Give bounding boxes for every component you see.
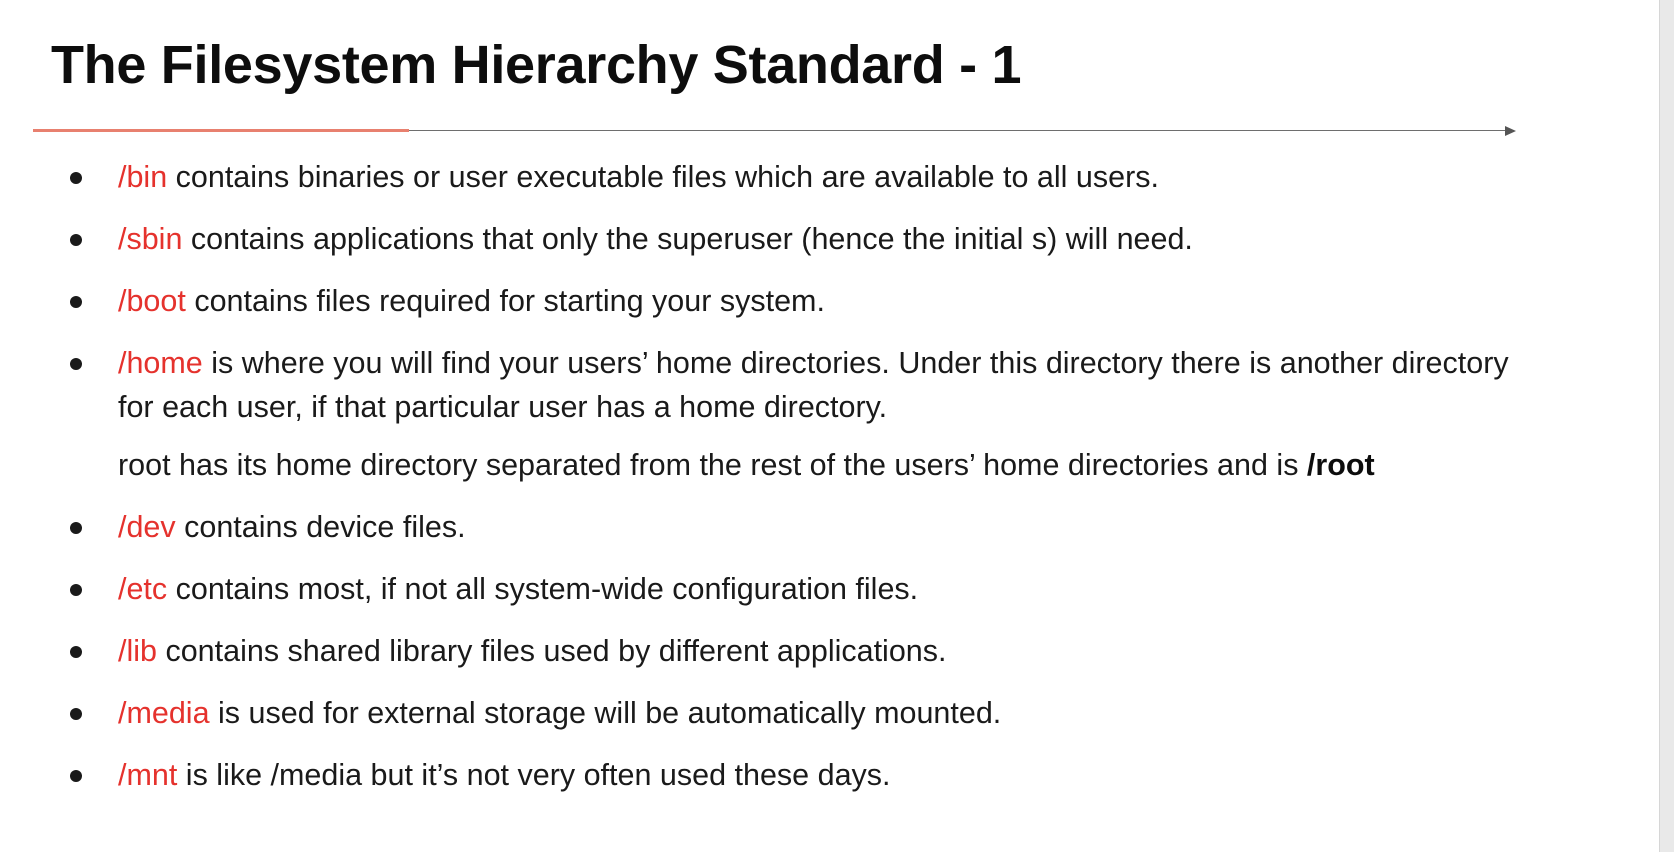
bullet-icon [70, 584, 82, 596]
directory-name: /etc [118, 572, 168, 606]
side-panel-edge [1659, 0, 1674, 852]
list-item-dev: /dev contains device files. [0, 505, 1560, 549]
item-description: contains binaries or user executable fil… [167, 160, 1159, 194]
bullet-icon [70, 770, 82, 782]
directory-name: /boot [118, 284, 186, 318]
bullet-icon [70, 646, 82, 658]
divider-accent [33, 129, 409, 132]
list-item-boot: /boot contains files required for starti… [0, 279, 1560, 323]
directory-name: /home [118, 346, 203, 380]
bullet-icon [70, 708, 82, 720]
directory-name: /lib [118, 634, 157, 668]
list-item-mnt: /mnt is like /media but it’s not very of… [0, 753, 1560, 797]
bullet-icon [70, 234, 82, 246]
list-item-lib: /lib contains shared library files used … [0, 629, 1560, 673]
item-description: is like /media but it’s not very often u… [177, 758, 891, 792]
item-description: contains files required for starting you… [185, 284, 825, 318]
item-description: is used for external storage will be aut… [209, 696, 1002, 730]
bullet-icon [70, 172, 82, 184]
bullet-icon [70, 296, 82, 308]
root-directory-name: /root [1306, 448, 1375, 482]
list-item-sbin: /sbin contains applications that only th… [0, 217, 1560, 261]
list-item-bin: /bin contains binaries or user executabl… [0, 155, 1560, 199]
item-description: contains device files. [175, 510, 466, 544]
item-description: root has its home directory separated fr… [118, 448, 1307, 482]
list-item-root-note: root has its home directory separated fr… [0, 443, 1560, 487]
bullet-icon [70, 522, 82, 534]
list-item-media: /media is used for external storage will… [0, 691, 1560, 735]
item-description: contains shared library files used by di… [157, 634, 947, 668]
item-description: is where you will find your users’ home … [118, 346, 1509, 424]
arrow-icon [1505, 126, 1516, 136]
directory-name: /sbin [118, 222, 183, 256]
directory-name: /media [118, 696, 210, 730]
list-item-etc: /etc contains most, if not all system-wi… [0, 567, 1560, 611]
bullet-icon [70, 358, 82, 370]
slide-title: The Filesystem Hierarchy Standard - 1 [51, 35, 1022, 95]
list-item-home: /home is where you will find your users’… [0, 341, 1538, 429]
item-description: contains most, if not all system-wide co… [167, 572, 919, 606]
directory-name: /dev [118, 510, 176, 544]
directory-name: /bin [118, 160, 168, 194]
bullet-list: /bin contains binaries or user executabl… [0, 155, 1560, 815]
title-divider [33, 124, 1516, 138]
item-description: contains applications that only the supe… [182, 222, 1193, 256]
directory-name: /mnt [118, 758, 178, 792]
